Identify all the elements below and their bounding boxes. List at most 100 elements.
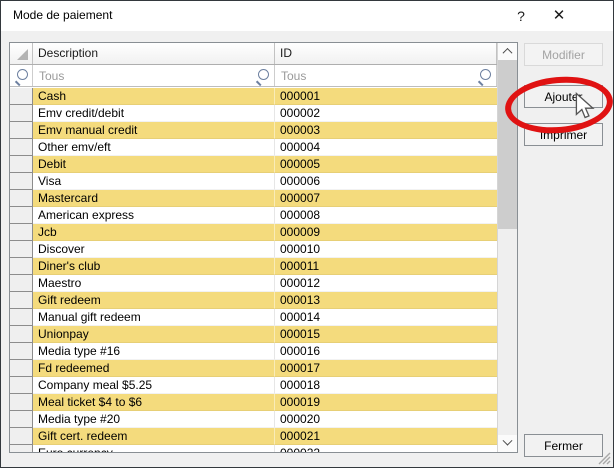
row-id: 000009 [275, 224, 497, 241]
column-header-description[interactable]: Description [33, 43, 275, 64]
scrollbar-thumb[interactable] [498, 60, 517, 229]
add-button[interactable]: Ajouter [524, 85, 603, 108]
row-description: Maestro [33, 275, 275, 292]
resize-grip[interactable] [598, 452, 611, 465]
scroll-down-button[interactable] [498, 435, 517, 452]
row-selector[interactable] [10, 377, 33, 394]
title-bar: Mode de paiement ? ✕ [1, 1, 613, 31]
row-selector[interactable] [10, 309, 33, 326]
table-row[interactable]: Debit000005 [10, 156, 497, 173]
close-icon[interactable]: ✕ [544, 1, 574, 31]
row-description: American express [33, 207, 275, 224]
table-row[interactable]: Fd redeemed000017 [10, 360, 497, 377]
table-row[interactable]: Meal ticket $4 to $6000019 [10, 394, 497, 411]
grid-rows: Cash000001Emv credit/debit000002Emv manu… [10, 88, 497, 452]
table-row[interactable]: Discover000010 [10, 241, 497, 258]
row-selector[interactable] [10, 173, 33, 190]
row-id: 000015 [275, 326, 497, 343]
row-id: 000010 [275, 241, 497, 258]
table-row[interactable]: Gift cert. redeem000021 [10, 428, 497, 445]
row-selector[interactable] [10, 292, 33, 309]
row-id: 000020 [275, 411, 497, 428]
row-id: 000004 [275, 139, 497, 156]
row-id: 000011 [275, 258, 497, 275]
table-row[interactable]: Company meal $5.25000018 [10, 377, 497, 394]
table-row[interactable]: Diner's club000011 [10, 258, 497, 275]
row-id: 000016 [275, 343, 497, 360]
row-description: Manual gift redeem [33, 309, 275, 326]
row-id: 000018 [275, 377, 497, 394]
row-description: Meal ticket $4 to $6 [33, 394, 275, 411]
table-row[interactable]: Cash000001 [10, 88, 497, 105]
row-selector[interactable] [10, 428, 33, 445]
row-selector[interactable] [10, 394, 33, 411]
row-description: Debit [33, 156, 275, 173]
row-description: Other emv/eft [33, 139, 275, 156]
row-selector[interactable] [10, 88, 33, 105]
table-row[interactable]: Media type #20000020 [10, 411, 497, 428]
filter-description-placeholder: Tous [39, 69, 64, 83]
row-description: Gift cert. redeem [33, 428, 275, 445]
row-selector[interactable] [10, 360, 33, 377]
row-selector[interactable] [10, 105, 33, 122]
row-selector[interactable] [10, 445, 33, 452]
grid-filter-row: Tous Tous [10, 65, 497, 87]
table-row[interactable]: Visa000006 [10, 173, 497, 190]
table-row[interactable]: Mastercard000007 [10, 190, 497, 207]
row-selector[interactable] [10, 224, 33, 241]
row-description: Company meal $5.25 [33, 377, 275, 394]
search-icon [255, 69, 269, 83]
table-row[interactable]: Emv manual credit000003 [10, 122, 497, 139]
row-description: Discover [33, 241, 275, 258]
row-id: 000001 [275, 88, 497, 105]
table-row[interactable]: Emv credit/debit000002 [10, 105, 497, 122]
corner-triangle-icon [17, 49, 28, 60]
table-row[interactable]: Gift redeem000013 [10, 292, 497, 309]
row-description: Visa [33, 173, 275, 190]
filter-selector-cell[interactable] [10, 65, 33, 86]
dialog-mode-de-paiement: Mode de paiement ? ✕ Description ID Tous [0, 0, 614, 468]
row-id: 000005 [275, 156, 497, 173]
print-button[interactable]: Imprimer [524, 123, 603, 146]
filter-id-input[interactable]: Tous [275, 65, 497, 86]
row-id: 000014 [275, 309, 497, 326]
row-description: Emv manual credit [33, 122, 275, 139]
row-id: 000006 [275, 173, 497, 190]
scroll-up-button[interactable] [498, 43, 517, 60]
help-button[interactable]: ? [506, 1, 536, 31]
row-selector[interactable] [10, 326, 33, 343]
row-selector[interactable] [10, 190, 33, 207]
row-id: 000017 [275, 360, 497, 377]
grid-corner-cell[interactable] [10, 43, 33, 64]
row-selector[interactable] [10, 139, 33, 156]
table-row[interactable]: Maestro000012 [10, 275, 497, 292]
row-id: 000013 [275, 292, 497, 309]
row-selector[interactable] [10, 411, 33, 428]
table-row[interactable]: Unionpay000015 [10, 326, 497, 343]
row-id: 000022 [275, 445, 497, 452]
column-header-id[interactable]: ID [275, 43, 497, 64]
filter-id-placeholder: Tous [281, 69, 306, 83]
modify-button: Modifier [524, 43, 603, 66]
close-button[interactable]: Fermer [524, 434, 603, 457]
row-id: 000019 [275, 394, 497, 411]
filter-description-input[interactable]: Tous [33, 65, 275, 86]
row-description: Media type #16 [33, 343, 275, 360]
row-selector[interactable] [10, 207, 33, 224]
row-selector[interactable] [10, 156, 33, 173]
row-selector[interactable] [10, 275, 33, 292]
table-row[interactable]: Jcb000009 [10, 224, 497, 241]
row-selector[interactable] [10, 258, 33, 275]
row-selector[interactable] [10, 241, 33, 258]
row-description: Cash [33, 88, 275, 105]
row-selector[interactable] [10, 343, 33, 360]
row-selector[interactable] [10, 122, 33, 139]
vertical-scrollbar[interactable] [497, 43, 517, 452]
row-description: Euro currency [33, 445, 275, 452]
table-row[interactable]: Other emv/eft000004 [10, 139, 497, 156]
table-row[interactable]: Euro currency000022 [10, 445, 497, 452]
table-row[interactable]: American express000008 [10, 207, 497, 224]
row-description: Gift redeem [33, 292, 275, 309]
table-row[interactable]: Media type #16000016 [10, 343, 497, 360]
table-row[interactable]: Manual gift redeem000014 [10, 309, 497, 326]
